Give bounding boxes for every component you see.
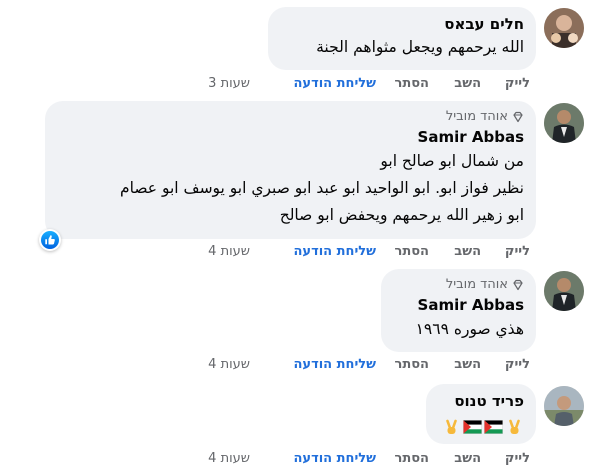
like-link[interactable]: לייק xyxy=(505,449,530,469)
comment-bubble: חלים עבאס الله يرحمهم ويجعل مثواهم الجنة xyxy=(268,7,536,70)
comment-actions: לייק השב הסתר שליחת הודעה 4 שעות xyxy=(192,449,536,469)
comment-actions: לייק השב הסתר שליחת הודעה 3 שעות xyxy=(192,74,536,94)
avatar[interactable] xyxy=(544,103,584,143)
send-message-link[interactable]: שליחת הודעה xyxy=(293,355,376,375)
timestamp[interactable]: 4 שעות xyxy=(208,449,250,469)
avatar[interactable] xyxy=(544,271,584,311)
comment-bubble: אוהד מוביל Samir Abbas هذي صوره ١٩٦٩ xyxy=(381,269,536,352)
comment-text: من شمال ابو صالح ابو xyxy=(380,152,524,170)
hide-link[interactable]: הסתר xyxy=(395,242,429,262)
comment-author[interactable]: אוהד מוביל xyxy=(446,276,508,294)
emoji-line xyxy=(438,416,524,438)
send-message-link[interactable]: שליחת הודעה xyxy=(293,242,376,262)
avatar[interactable] xyxy=(544,386,584,426)
like-link[interactable]: לייק xyxy=(505,242,530,262)
comment-author[interactable]: אוהד מוביל xyxy=(446,108,508,126)
hide-link[interactable]: הסתר xyxy=(395,449,429,469)
timestamp[interactable]: 3 שעות xyxy=(208,74,250,94)
victory-hand-icon xyxy=(509,419,520,434)
comment-actions: לייק השב הסתר שליחת הודעה 4 שעות xyxy=(192,242,536,262)
hide-link[interactable]: הסתר xyxy=(395,74,429,94)
like-link[interactable]: לייק xyxy=(505,355,530,375)
comment-author[interactable]: פריד טנוס xyxy=(438,391,524,411)
reply-link[interactable]: השב xyxy=(454,74,481,94)
comment-text: ابو زهير الله يرحمهم ويحفض ابو صالح xyxy=(279,206,524,224)
diamond-icon xyxy=(513,279,523,291)
timestamp[interactable]: 4 שעות xyxy=(208,242,250,262)
comment-text: نظير فواز ابو. ابو الواحيد ابو عبد ابو ص… xyxy=(120,179,524,197)
palestine-flag-icon xyxy=(463,420,482,434)
tagged-user[interactable]: Samir Abbas xyxy=(393,294,524,316)
top-fan-badge: אוהד מוביל xyxy=(57,108,524,126)
reply-link[interactable]: השב xyxy=(454,355,481,375)
like-reaction-badge[interactable] xyxy=(39,229,61,251)
reply-link[interactable]: השב xyxy=(454,242,481,262)
tagged-user[interactable]: Samir Abbas xyxy=(57,126,524,148)
victory-hand-icon xyxy=(446,419,457,434)
send-message-link[interactable]: שליחת הודעה xyxy=(293,74,376,94)
send-message-link[interactable]: שליחת הודעה xyxy=(293,449,376,469)
hide-link[interactable]: הסתר xyxy=(395,355,429,375)
comment-actions: לייק השב הסתר שליחת הודעה 4 שעות xyxy=(192,355,536,375)
comment-text: هذي صوره ١٩٦٩ xyxy=(415,320,524,338)
avatar[interactable] xyxy=(544,8,584,48)
comment-bubble: אוהד מוביל Samir Abbas من شمال ابو صالح … xyxy=(45,101,536,239)
reply-link[interactable]: השב xyxy=(454,449,481,469)
thumbs-up-icon xyxy=(45,235,55,245)
diamond-icon xyxy=(513,111,523,123)
comment-bubble: פריד טנוס xyxy=(426,384,536,444)
comment-text: الله يرحمهم ويجعل مثواهم الجنة xyxy=(316,38,524,56)
comment-author[interactable]: חלים עבאס xyxy=(280,14,524,34)
like-link[interactable]: לייק xyxy=(505,74,530,94)
top-fan-badge: אוהד מוביל xyxy=(393,276,524,294)
timestamp[interactable]: 4 שעות xyxy=(208,355,250,375)
palestine-flag-icon xyxy=(484,420,503,434)
